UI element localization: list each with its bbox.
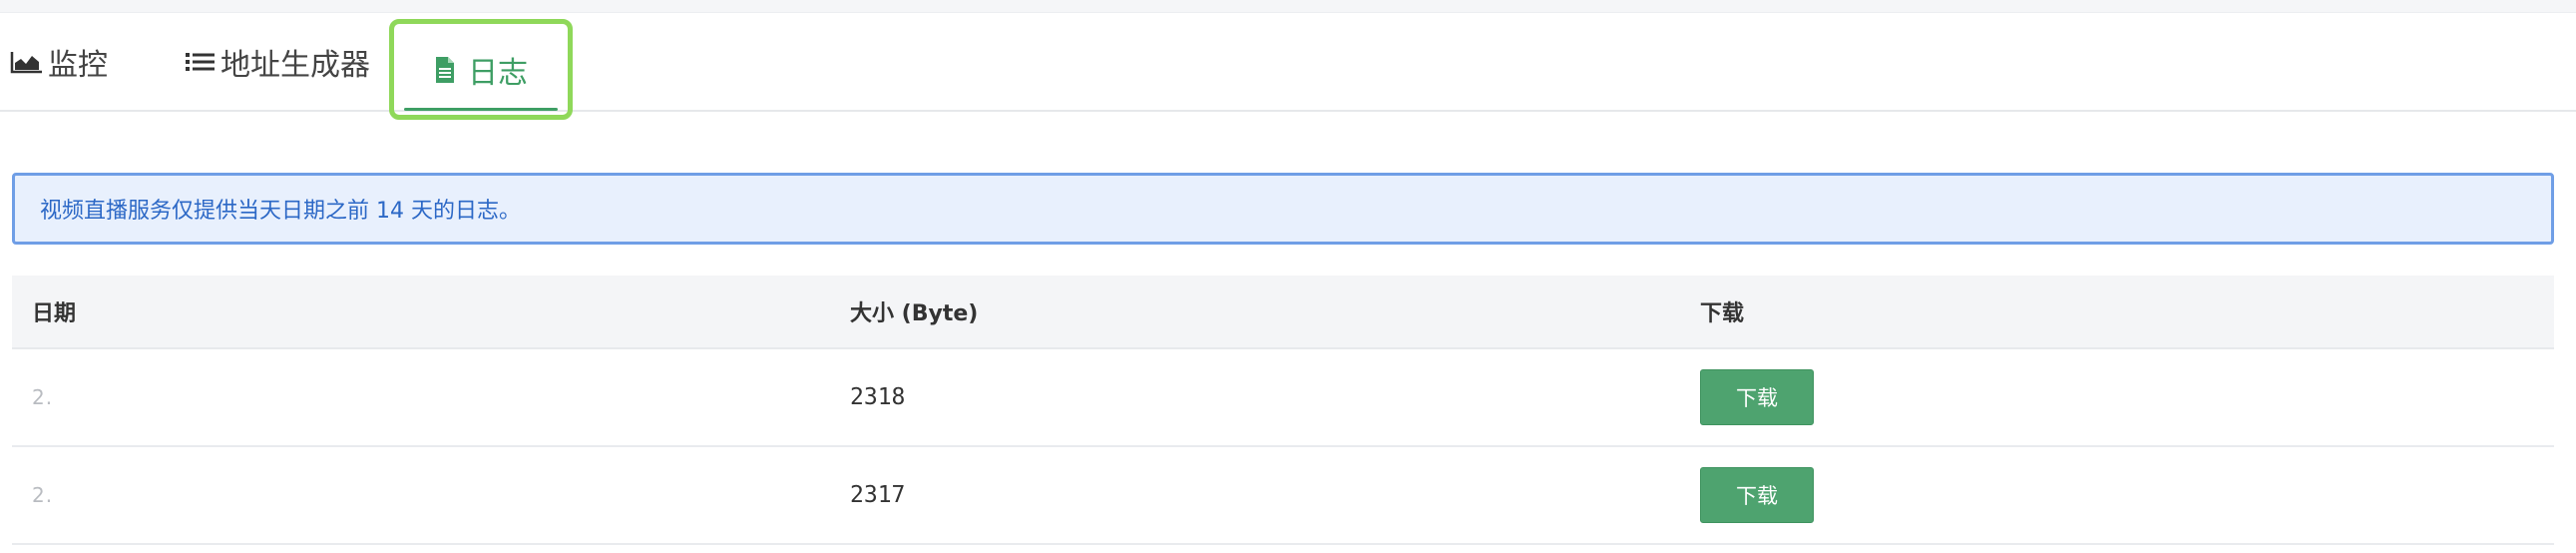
- row-size: 2318: [850, 384, 906, 410]
- row-size: 2317: [850, 482, 906, 508]
- download-button[interactable]: 下载: [1700, 369, 1814, 425]
- tab-log[interactable]: 日志: [389, 19, 573, 120]
- log-table: 日期 大小 (Byte) 下载 2. 2318 下载 2. 2317 下载: [12, 276, 2554, 545]
- row-download-cell: 下载: [1700, 447, 1814, 543]
- table-row: 2. 2317 下载: [12, 447, 2554, 545]
- row-date: 2.: [32, 385, 54, 409]
- area-chart-icon: [10, 50, 44, 74]
- active-tab-indicator: [404, 108, 558, 111]
- header-download: 下载: [1700, 301, 1745, 326]
- header-size: 大小 (Byte): [850, 301, 979, 326]
- row-date: 2.: [32, 483, 54, 507]
- notice-text: 视频直播服务仅提供当天日期之前 14 天的日志。: [40, 199, 521, 224]
- row-download-cell: 下载: [1700, 349, 1814, 445]
- list-icon: [185, 50, 216, 74]
- header-date: 日期: [32, 301, 77, 326]
- table-row: 2. 2318 下载: [12, 349, 2554, 447]
- info-notice: 视频直播服务仅提供当天日期之前 14 天的日志。: [12, 173, 2554, 245]
- tab-monitor-label: 监控: [48, 47, 108, 83]
- tab-address-generator-label: 地址生成器: [220, 47, 370, 83]
- tab-address-generator[interactable]: 地址生成器: [185, 13, 370, 110]
- table-header: 日期 大小 (Byte) 下载: [12, 276, 2554, 349]
- tab-bar: 监控 地址生成器 日志: [0, 13, 2576, 120]
- top-strip: [0, 0, 2576, 13]
- tab-log-label: 日志: [468, 55, 528, 91]
- file-icon: [434, 56, 456, 84]
- download-button[interactable]: 下载: [1700, 467, 1814, 523]
- tab-monitor[interactable]: 监控: [10, 13, 108, 110]
